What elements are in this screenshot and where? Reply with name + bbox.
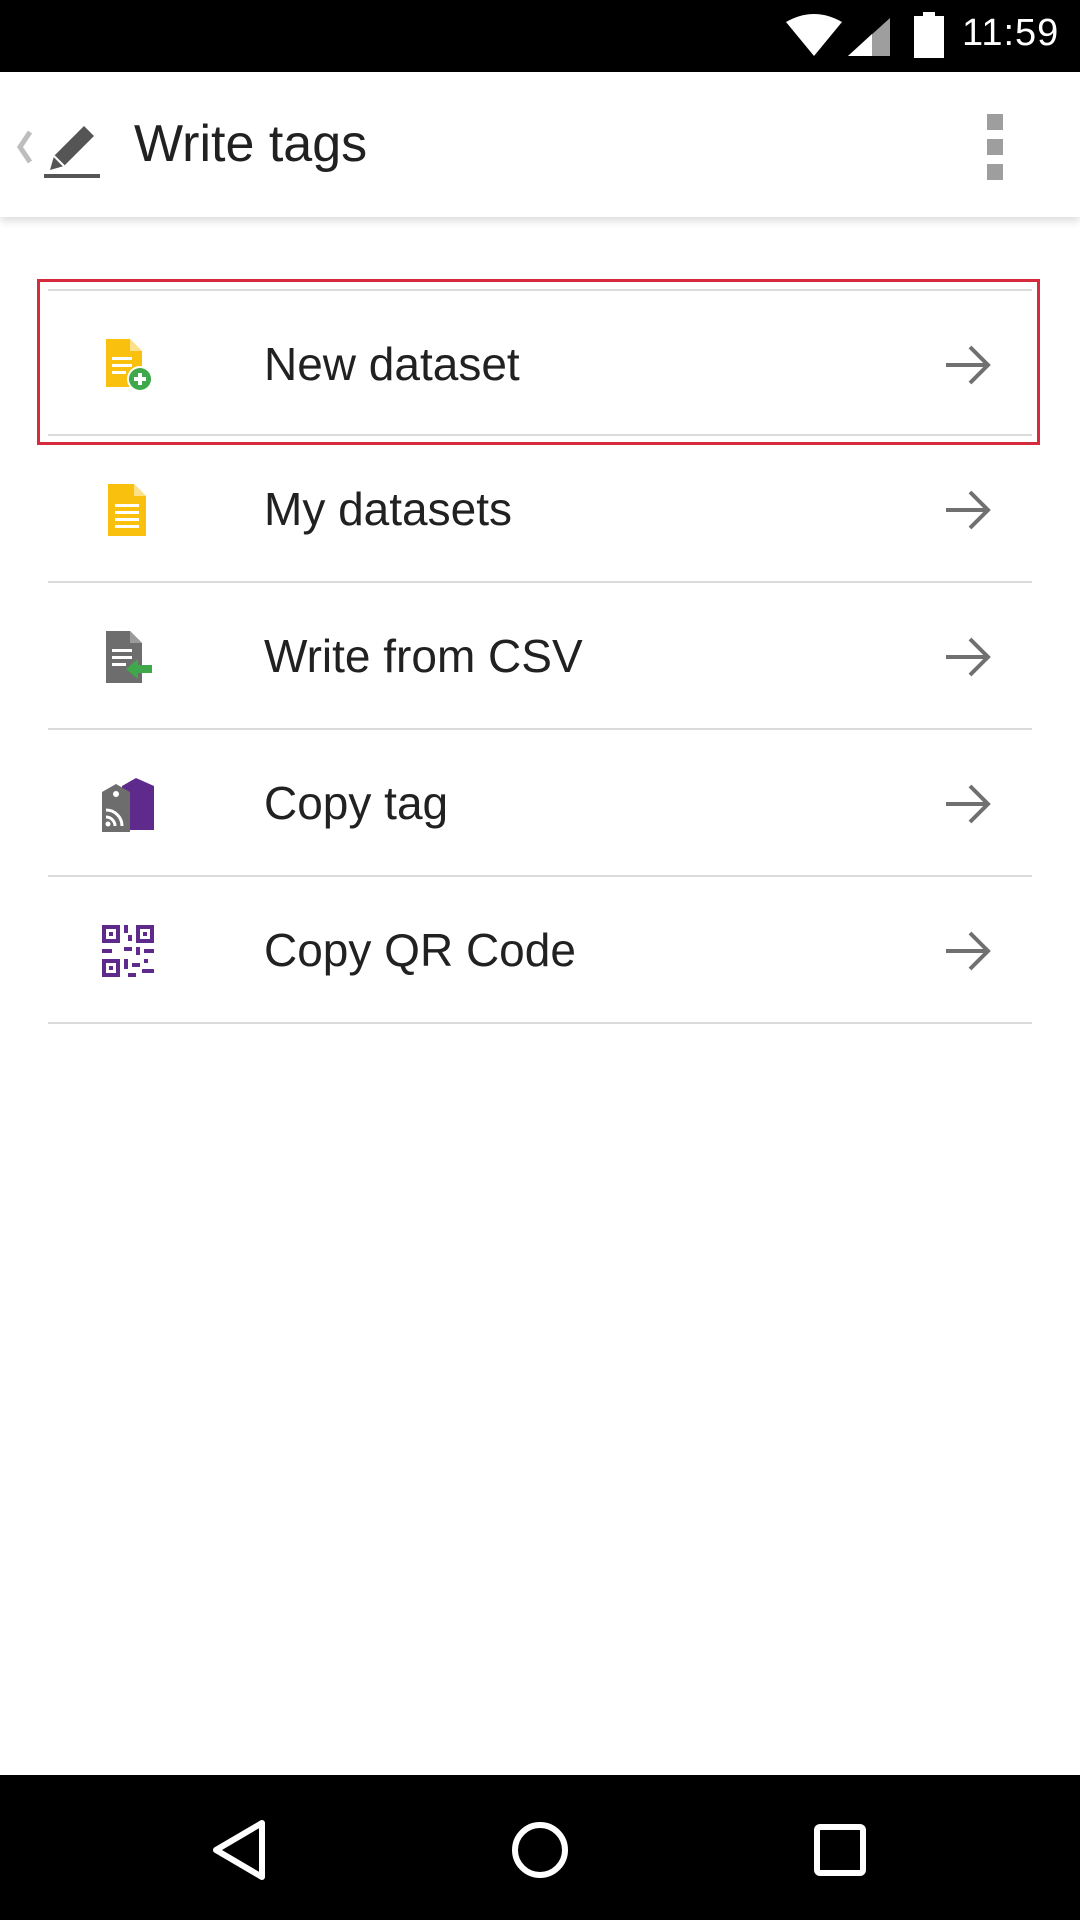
menu-item-copy-qr-code[interactable]: Copy QR Code bbox=[48, 877, 1032, 1024]
menu-list: New dataset My datasets Write from CSV C… bbox=[48, 289, 1032, 1024]
dataset-icon bbox=[108, 484, 146, 536]
menu-item-my-datasets[interactable]: My datasets bbox=[48, 436, 1032, 583]
menu-item-copy-tag[interactable]: Copy tag bbox=[48, 730, 1032, 877]
up-button[interactable] bbox=[0, 102, 120, 192]
page-title: Write tags bbox=[134, 115, 368, 173]
arrow-right-icon bbox=[946, 931, 991, 971]
arrow-right-icon bbox=[946, 637, 991, 677]
menu-item-label: New dataset bbox=[264, 338, 520, 390]
recents-icon[interactable] bbox=[795, 1805, 885, 1895]
overflow-menu-button[interactable] bbox=[970, 102, 1020, 192]
pencil-icon bbox=[44, 126, 100, 178]
home-icon[interactable] bbox=[495, 1805, 585, 1895]
more-vert-icon bbox=[987, 114, 1003, 180]
arrow-right-icon bbox=[946, 490, 991, 530]
app-bar: Write tags bbox=[0, 72, 1080, 217]
qr-code-icon bbox=[102, 925, 154, 977]
battery-icon bbox=[914, 12, 944, 58]
status-bar: 11:59 bbox=[0, 0, 1080, 72]
arrow-right-icon bbox=[946, 345, 991, 385]
back-icon[interactable] bbox=[196, 1805, 286, 1895]
menu-item-write-from-csv[interactable]: Write from CSV bbox=[48, 583, 1032, 730]
menu-item-label: Copy tag bbox=[264, 777, 449, 829]
new-dataset-icon bbox=[106, 339, 153, 392]
wifi-icon bbox=[786, 14, 842, 56]
navigation-bar bbox=[0, 1775, 1080, 1920]
menu-item-new-dataset[interactable]: New dataset bbox=[48, 289, 1032, 436]
menu-item-label: Write from CSV bbox=[264, 630, 583, 682]
chevron-left-icon bbox=[16, 130, 33, 164]
content-area: New dataset My datasets Write from CSV C… bbox=[0, 217, 1080, 1775]
status-time: 11:59 bbox=[962, 12, 1060, 54]
csv-import-icon bbox=[106, 631, 152, 683]
arrow-right-icon bbox=[946, 784, 991, 824]
cell-signal-icon bbox=[848, 18, 890, 56]
menu-item-label: Copy QR Code bbox=[264, 924, 576, 976]
menu-item-label: My datasets bbox=[264, 483, 512, 535]
copy-tag-icon bbox=[102, 778, 154, 832]
